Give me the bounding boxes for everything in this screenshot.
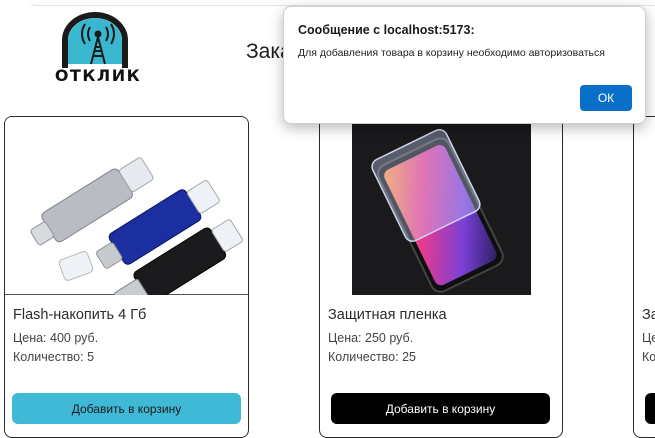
screen-protector-illustration bbox=[352, 117, 531, 295]
add-to-cart-button[interactable]: Добавить в корзину bbox=[12, 393, 241, 424]
product-price: Це bbox=[642, 331, 655, 345]
product-title: За bbox=[642, 307, 655, 323]
antenna-icon bbox=[81, 23, 115, 65]
product-price: Цена: 400 руб. bbox=[13, 331, 99, 345]
product-quantity: Ко bbox=[642, 350, 655, 364]
page: ОТКЛИК Зака Flash-накопить 4 Гб Цена: 40… bbox=[0, 0, 655, 438]
flash-drives-illustration bbox=[30, 157, 243, 312]
add-to-cart-button[interactable]: Добавить в корзину bbox=[331, 393, 550, 424]
product-image-flash-drives bbox=[5, 117, 248, 312]
product-price: Цена: 250 руб. bbox=[328, 331, 414, 345]
product-card: Защитная пленка Цена: 250 руб. Количеств… bbox=[319, 116, 563, 438]
dialog-title: Сообщение с localhost:5173: bbox=[298, 23, 475, 37]
product-title: Защитная пленка bbox=[328, 307, 447, 323]
ok-button[interactable]: ОК bbox=[580, 85, 632, 111]
add-to-cart-button[interactable] bbox=[645, 393, 655, 424]
alert-dialog: Сообщение с localhost:5173: Для добавлен… bbox=[283, 6, 646, 124]
product-quantity: Количество: 5 bbox=[13, 350, 95, 364]
product-card: Flash-накопить 4 Гб Цена: 400 руб. Колич… bbox=[4, 116, 249, 438]
logo[interactable]: ОТКЛИК bbox=[52, 12, 144, 86]
dialog-message: Для добавления товара в корзину необходи… bbox=[298, 47, 605, 59]
logo-text: ОТКЛИК bbox=[54, 66, 142, 85]
product-image-screen-protector bbox=[320, 117, 562, 295]
product-quantity: Количество: 25 bbox=[328, 350, 416, 364]
product-image bbox=[634, 117, 655, 295]
product-card: За Це Ко bbox=[633, 116, 655, 438]
product-title: Flash-накопить 4 Гб bbox=[13, 307, 147, 323]
